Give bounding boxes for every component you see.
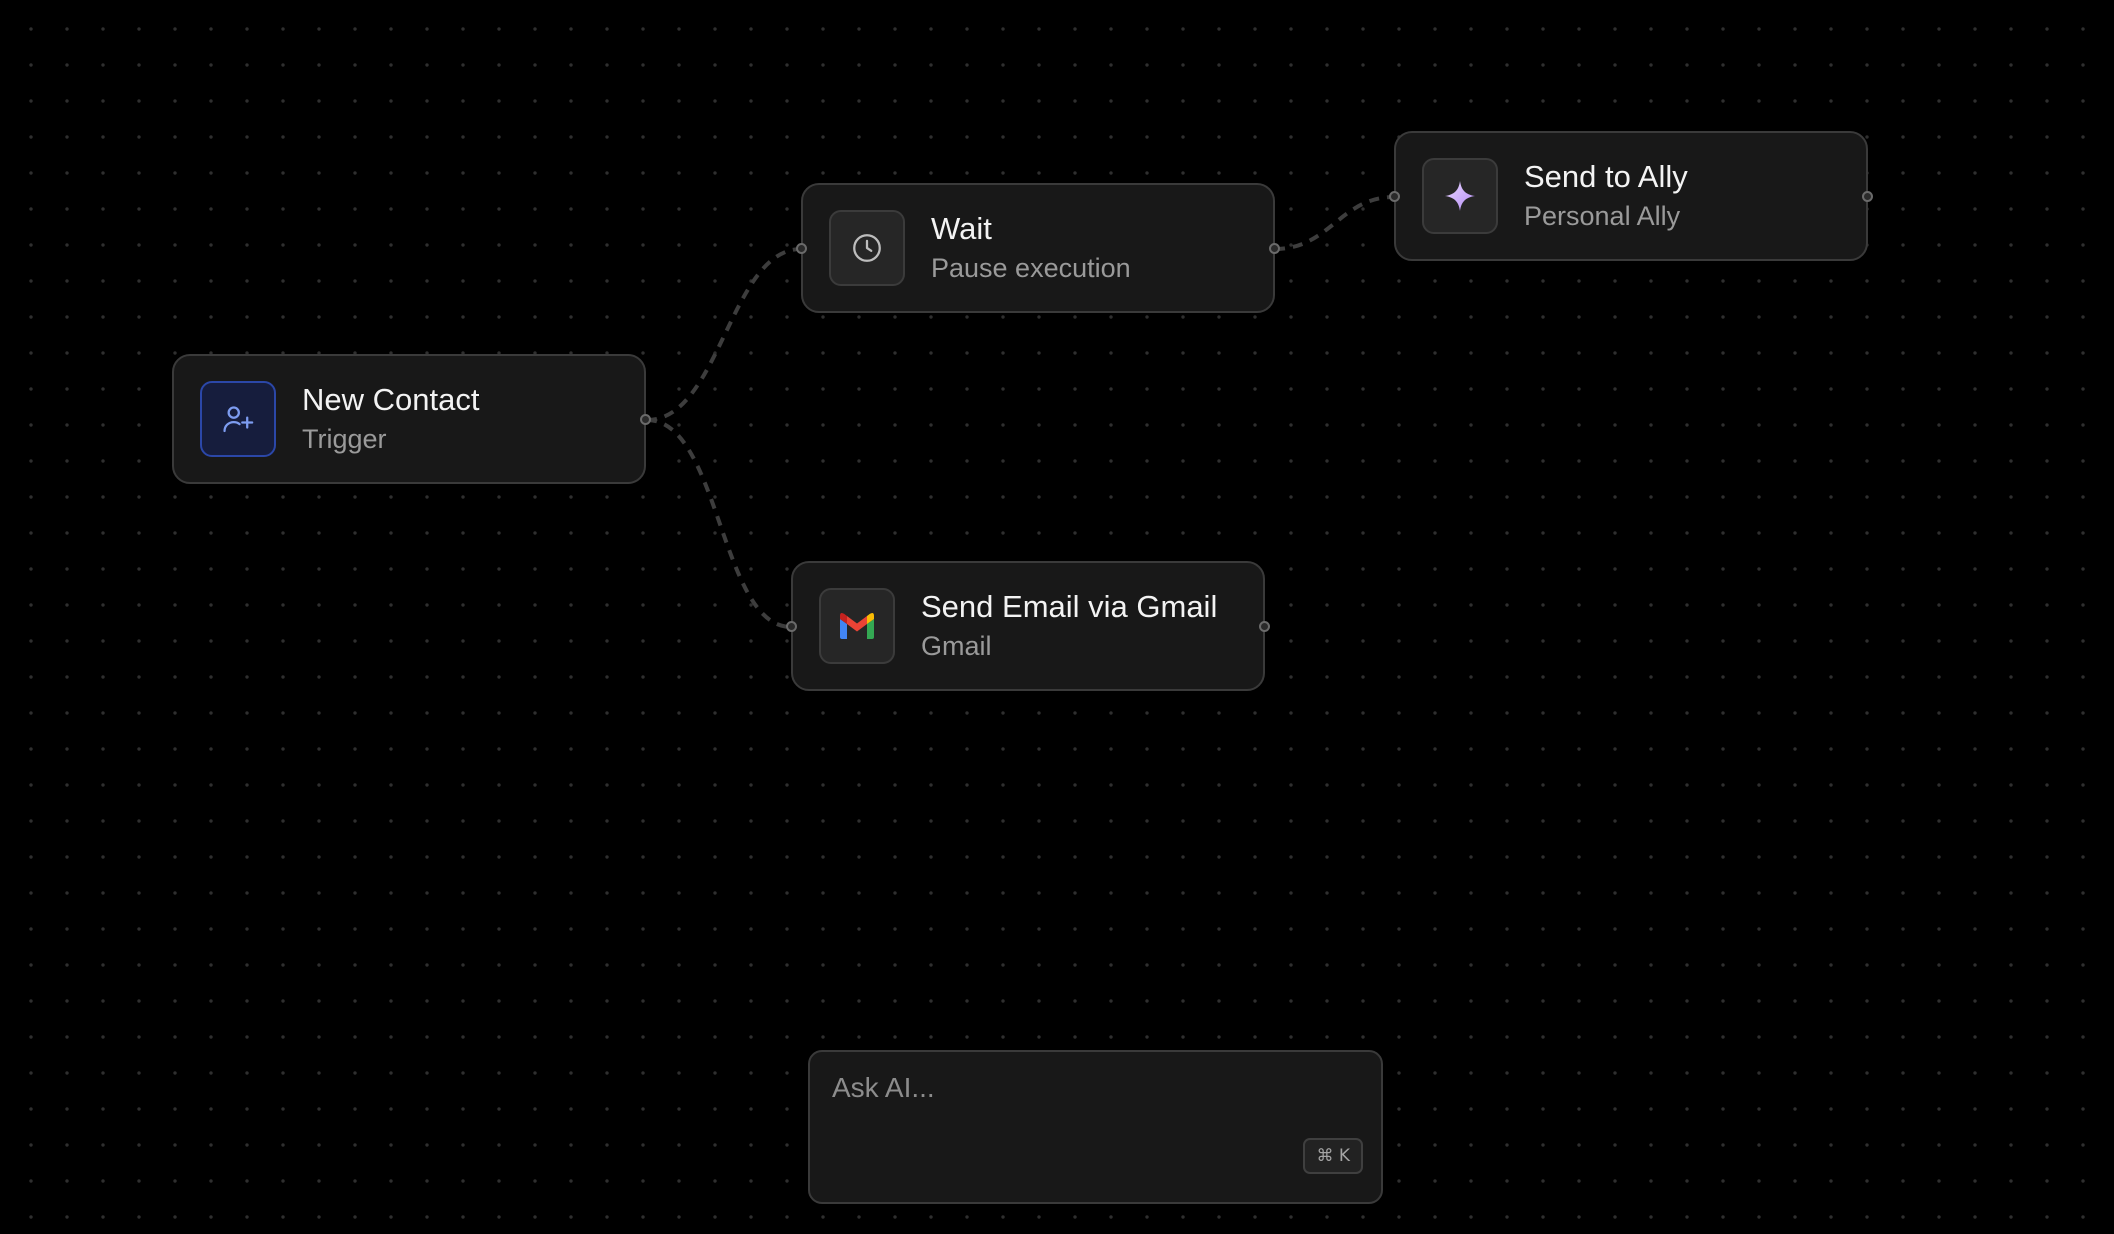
node-send-email-gmail[interactable]: Send Email via Gmail Gmail	[786, 561, 1270, 691]
trigger-icon-box	[200, 381, 276, 457]
ask-ai-panel[interactable]: ⌘ K	[808, 1050, 1383, 1204]
gmail-icon-box	[819, 588, 895, 664]
input-port[interactable]	[786, 621, 797, 632]
node-subtitle: Personal Ally	[1524, 201, 1681, 231]
node-send-to-ally[interactable]: Send to Ally Personal Ally	[1389, 131, 1873, 261]
ask-ai-input[interactable]	[832, 1070, 1352, 1150]
ally-icon-box	[1422, 158, 1498, 234]
node-subtitle: Pause execution	[931, 253, 1131, 283]
clock-icon	[853, 234, 881, 262]
output-port[interactable]	[1862, 191, 1873, 202]
output-port[interactable]	[1269, 243, 1280, 254]
node-title: New Contact	[302, 382, 480, 417]
node-title: Wait	[931, 211, 992, 246]
keyboard-shortcut-badge: ⌘ K	[1303, 1138, 1363, 1174]
sparkle-icon	[1445, 181, 1475, 211]
edge-new-contact-to-gmail[interactable]	[646, 418, 792, 629]
user-plus-icon	[223, 406, 254, 433]
node-subtitle: Trigger	[302, 424, 387, 454]
wait-icon-box	[829, 210, 905, 286]
output-port[interactable]	[640, 414, 651, 425]
node-wait[interactable]: Wait Pause execution	[796, 183, 1280, 313]
gmail-icon	[840, 613, 874, 639]
edge-wait-to-ally[interactable]	[1274, 195, 1395, 251]
node-new-contact[interactable]: New Contact Trigger	[172, 354, 651, 484]
node-title: Send to Ally	[1524, 159, 1688, 194]
node-subtitle: Gmail	[921, 631, 992, 661]
node-title: Send Email via Gmail	[921, 589, 1218, 624]
edge-new-contact-to-wait[interactable]	[646, 247, 802, 422]
output-port[interactable]	[1259, 621, 1270, 632]
input-port[interactable]	[796, 243, 807, 254]
input-port[interactable]	[1389, 191, 1400, 202]
